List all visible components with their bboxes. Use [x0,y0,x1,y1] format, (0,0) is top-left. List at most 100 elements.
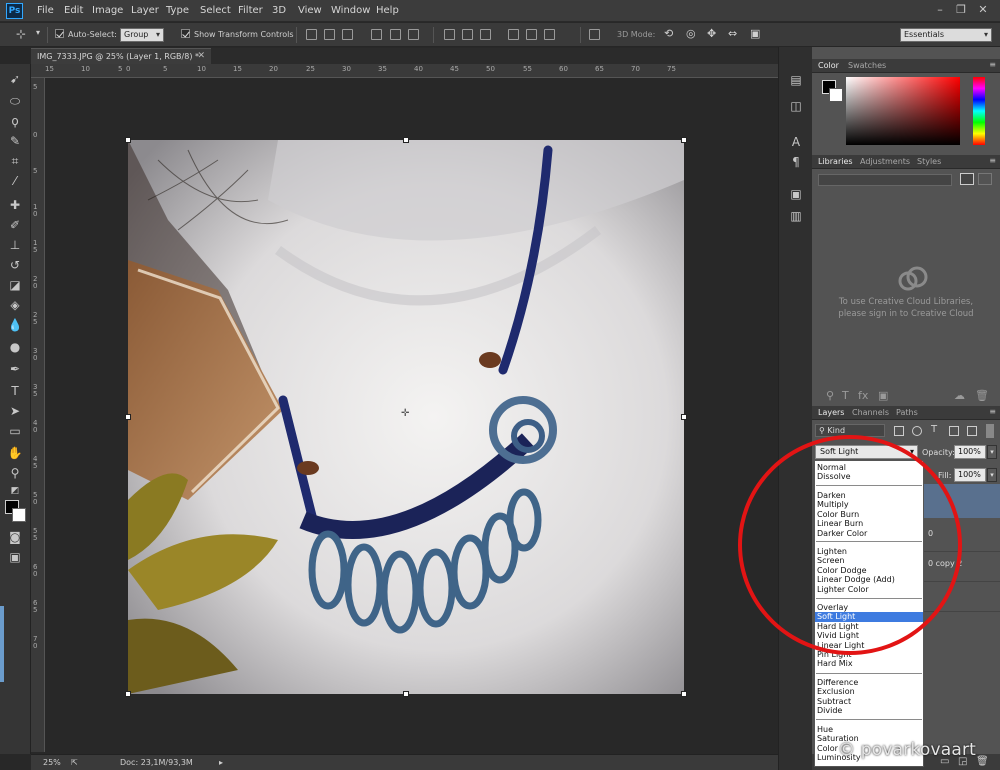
graphic-icon[interactable]: ▣ [878,389,888,402]
path-select-icon[interactable]: ➤ [5,402,25,420]
filter-shape-icon[interactable] [949,426,959,436]
menu-select[interactable]: Select [200,5,231,16]
panel-background-swatch[interactable] [829,88,843,102]
tab-adjustments[interactable]: Adjustments [860,157,910,166]
notes-panel-icon[interactable]: ▥ [788,209,804,223]
tab-channels[interactable]: Channels [852,408,889,417]
lasso-tool-icon[interactable]: ϙ [5,112,25,130]
dodge-tool-icon[interactable]: ● [5,338,25,356]
export-icon[interactable]: ⇱ [71,758,78,767]
tab-swatches[interactable]: Swatches [848,61,886,70]
menu-filter[interactable]: Filter [238,5,263,16]
menu-view[interactable]: View [298,5,322,16]
opacity-chevron-icon[interactable]: ▾ [987,445,997,459]
history-brush-icon[interactable]: ↺ [5,256,25,274]
distribute-left-icon[interactable] [508,29,519,40]
workspace-dropdown[interactable]: Essentials [900,28,992,42]
status-menu-icon[interactable]: ▸ [219,758,223,767]
type-tool-icon[interactable]: T [5,382,25,400]
transform-handle[interactable] [681,414,687,420]
distribute-bottom-icon[interactable] [480,29,491,40]
add-content-icon[interactable]: ⚲ [826,389,834,402]
align-bottom-icon[interactable] [342,29,353,40]
auto-select-target-dropdown[interactable]: Group [120,28,164,42]
align-hcenter-icon[interactable] [390,29,401,40]
filter-pixel-icon[interactable] [894,426,904,436]
clone-stamp-icon[interactable]: ⊥ [5,236,25,254]
filter-type-icon[interactable]: T [931,424,937,435]
transform-handle[interactable] [125,137,131,143]
screen-mode-icon[interactable]: ▣ [5,548,25,566]
eraser-tool-icon[interactable]: ◪ [5,276,25,294]
blend-option[interactable]: Difference [815,678,923,687]
color-picker-field[interactable] [846,77,960,145]
cloud-sync-icon[interactable]: ☁ [954,389,965,402]
zoom-tool-icon[interactable]: ⚲ [5,464,25,482]
document-image[interactable]: ✛ [128,140,684,694]
healing-brush-icon[interactable]: ✚ [5,196,25,214]
zoom-level[interactable]: 25% [43,758,61,767]
3d-pan-icon[interactable]: ✥ [707,27,716,40]
distribute-hcenter-icon[interactable] [526,29,537,40]
menu-edit[interactable]: Edit [64,5,83,16]
blend-option[interactable]: Exclusion [815,687,923,696]
paint-bucket-icon[interactable]: ◈ [5,296,25,314]
blend-option[interactable]: Hue [815,725,923,734]
blend-option[interactable]: Hard Mix [815,659,923,668]
align-vcenter-icon[interactable] [324,29,335,40]
blend-option[interactable]: Divide [815,706,923,715]
fill-input[interactable]: 100% [954,468,986,482]
delete-layer-icon[interactable]: 🗑 [976,756,989,767]
menu-window[interactable]: Window [331,5,370,16]
brush-tool-icon[interactable]: ✐ [5,216,25,234]
maximize-icon[interactable]: ❐ [951,2,971,18]
layer-comps-icon[interactable]: ▣ [788,187,804,201]
auto-select-checkbox[interactable] [55,29,64,38]
document-tab[interactable]: IMG_7333.JPG @ 25% (Layer 1, RGB/8) * ✕ [31,48,211,64]
transform-controls-checkbox[interactable] [181,29,190,38]
opacity-input[interactable]: 100% [954,445,986,459]
panel-menu-icon[interactable]: ≡ [989,156,996,165]
fill-chevron-icon[interactable]: ▾ [987,468,997,482]
grid-view-icon[interactable] [960,173,974,185]
library-trash-icon[interactable]: 🗑 [975,389,989,402]
menu-type[interactable]: Type [166,5,189,16]
layer-style-icon[interactable]: fx [858,389,868,402]
3d-slide-icon[interactable]: ⇔ [728,27,737,40]
tab-paths[interactable]: Paths [896,408,918,417]
transform-handle[interactable] [125,691,131,697]
distribute-vcenter-icon[interactable] [462,29,473,40]
close-window-icon[interactable]: ✕ [973,2,993,18]
background-color-swatch[interactable] [12,508,26,522]
menu-image[interactable]: Image [92,5,123,16]
tab-layers[interactable]: Layers [818,408,844,417]
rectangle-tool-icon[interactable]: ▭ [5,422,25,440]
preset-chevron-icon[interactable]: ▾ [36,28,40,37]
align-top-icon[interactable] [306,29,317,40]
transform-handle[interactable] [403,137,409,143]
blur-tool-icon[interactable]: 💧 [5,316,25,334]
crop-tool-icon[interactable]: ⌗ [5,152,25,170]
library-select[interactable] [818,174,952,186]
filter-adjustment-icon[interactable] [912,426,922,436]
tab-styles[interactable]: Styles [917,157,941,166]
filter-toggle[interactable] [986,424,994,438]
history-panel-icon[interactable]: ▤ [788,73,804,87]
transform-handle[interactable] [681,691,687,697]
menu-layer[interactable]: Layer [131,5,159,16]
properties-panel-icon[interactable]: ◫ [788,99,804,113]
menu-3d[interactable]: 3D [272,5,286,16]
menu-help[interactable]: Help [376,5,399,16]
move-tool-preset-icon[interactable]: ⊹ [16,27,26,41]
filter-smart-icon[interactable] [967,426,977,436]
minimize-icon[interactable]: – [930,2,950,18]
marquee-tool-icon[interactable]: ⬭ [5,92,25,110]
transform-handle[interactable] [403,691,409,697]
align-left-icon[interactable] [371,29,382,40]
list-view-icon[interactable] [978,173,992,185]
tab-libraries[interactable]: Libraries [818,157,853,166]
transform-handle[interactable] [125,414,131,420]
blend-option[interactable]: Subtract [815,697,923,706]
hand-tool-icon[interactable]: ✋ [5,444,25,462]
transform-handle[interactable] [681,137,687,143]
